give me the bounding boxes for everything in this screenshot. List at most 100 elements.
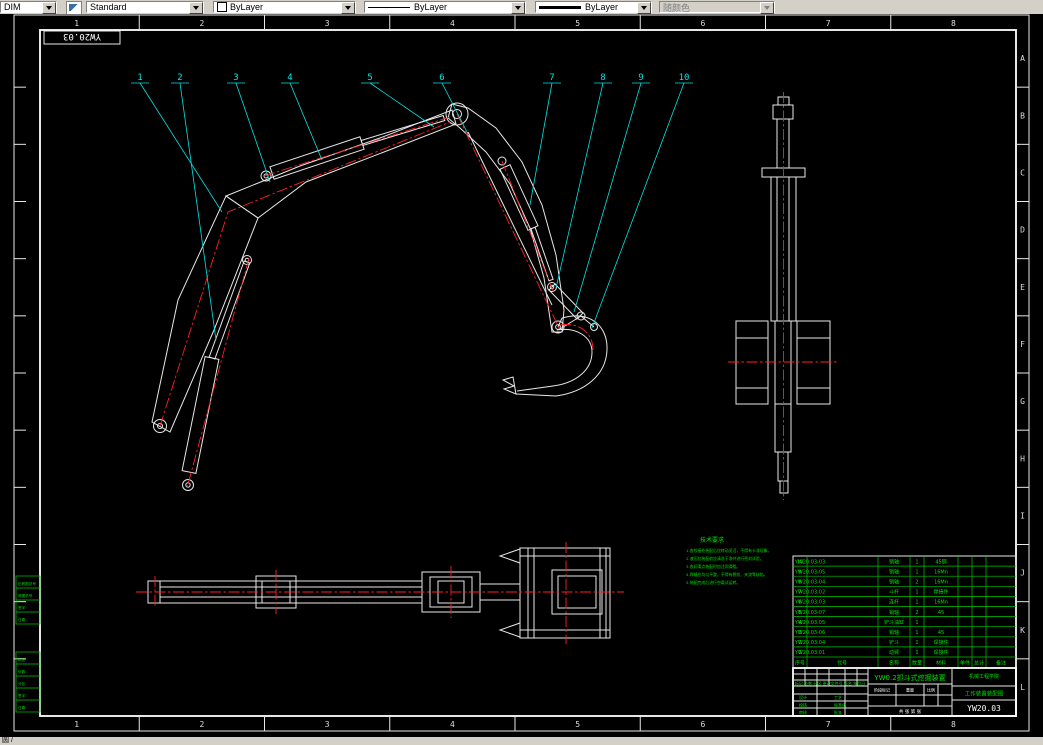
zone-label-right: L xyxy=(1020,683,1025,692)
bom-header-cell: 序号 xyxy=(795,660,805,667)
bom-cell: 45 xyxy=(938,630,944,636)
drawing-canvas[interactable]: 1122334455667788ABCDEFGHIJKL YW20.03 旧底图… xyxy=(0,14,1043,737)
zone-label-bottom: 2 xyxy=(199,720,204,729)
status-bar: 圆 / xyxy=(0,737,1043,745)
lineweight-combo-arrow-button[interactable] xyxy=(637,2,651,14)
zone-label-right: E xyxy=(1020,283,1025,292)
balloon-number: 5 xyxy=(367,73,372,83)
balloon-number: 2 xyxy=(177,73,182,83)
bom-cell: 16Mn xyxy=(934,580,948,586)
bom-cell: 动臂 xyxy=(889,649,899,656)
text-style-icon[interactable] xyxy=(66,1,82,15)
margin-cell: 分区 xyxy=(18,681,26,686)
revision-header: 标记 处数 分区 更改文件号 签名 年月日 xyxy=(795,680,865,686)
zone-grid: 1122334455667788ABCDEFGHIJKL xyxy=(14,15,1029,731)
sign-label: 标准化 xyxy=(834,702,846,708)
cad-drawing: 1122334455667788ABCDEFGHIJKL YW20.03 旧底图… xyxy=(13,14,1030,732)
bom-cell: YW20.03.01 xyxy=(794,650,825,656)
bom-cell: YW20.03.03 xyxy=(794,600,825,606)
linetype-combo[interactable]: ByLayer xyxy=(364,1,526,14)
scale-label: 比例 xyxy=(927,687,935,693)
dim-combo-arrow-button[interactable] xyxy=(42,2,56,14)
bom-cell: 45钢 xyxy=(935,558,946,565)
bom-cell: 16Mn xyxy=(934,569,948,575)
chevron-down-icon xyxy=(193,6,199,10)
notes-title: 技术要求 xyxy=(700,536,724,544)
zone-label-right: I xyxy=(1020,511,1025,520)
zone-label-right: C xyxy=(1020,168,1025,177)
margin-tables: 旧底图总号底图总号签字日期标记处数分区签字日期 xyxy=(15,575,41,713)
margin-cell: 日期 xyxy=(18,617,26,622)
text-style-combo-arrow-button[interactable] xyxy=(189,2,203,14)
sign-label: 校核 xyxy=(799,702,807,708)
color-combo-arrow-button[interactable] xyxy=(341,2,355,14)
chevron-down-icon xyxy=(345,6,351,10)
bom-cell: 焊接件 xyxy=(933,649,948,656)
lineweight-sample-icon xyxy=(539,5,581,9)
plot-style-combo-arrow-button xyxy=(760,2,774,14)
signature-labels: 设计校核审核 工艺标准化批准 xyxy=(799,694,846,715)
command-line-text: 圆 / xyxy=(2,737,13,744)
bom-cell: 2 xyxy=(915,610,918,616)
linetype-combo-arrow-button[interactable] xyxy=(511,2,525,14)
zone-label-bottom: 6 xyxy=(700,720,705,729)
bom-cell: 斗杆 xyxy=(889,589,899,596)
bom-cell: 1 xyxy=(915,559,918,565)
dim-combo[interactable]: DIM xyxy=(0,1,57,14)
zone-label-bottom: 7 xyxy=(826,720,831,729)
lineweight-combo[interactable]: ByLayer xyxy=(535,1,652,14)
chevron-down-icon xyxy=(764,6,770,10)
bom-cell: 1 xyxy=(915,630,918,636)
linetype-sample-icon xyxy=(368,6,410,8)
bom-header-cell: 数量 xyxy=(912,660,922,667)
color-combo[interactable]: ByLayer xyxy=(213,1,356,14)
zone-label-bottom: 3 xyxy=(325,720,330,729)
bom-cell: YW20.03-05 xyxy=(794,569,825,575)
bom-header-cell: 总计 xyxy=(974,660,984,667)
drawing-title: 工作装置装配图 xyxy=(965,690,1004,698)
dim-combo-value: DIM xyxy=(4,2,21,12)
balloon-number: 8 xyxy=(600,73,605,83)
text-style-combo[interactable]: Standard xyxy=(86,1,204,14)
bom-header-cell: 代号 xyxy=(837,660,847,667)
zone-label-right: D xyxy=(1020,226,1025,235)
balloon-number: 4 xyxy=(287,73,292,83)
bom-header-cell: 备注 xyxy=(996,660,1006,667)
item-balloons: 1 2 3 4 5 6 7 8 9 10 xyxy=(131,73,693,341)
bom-cell: 1 xyxy=(915,620,918,626)
zone-label-right: J xyxy=(1020,569,1025,578)
weight-label: 重量 xyxy=(906,687,914,693)
stage-label: 阶段标记 xyxy=(874,687,890,693)
zone-label-right: F xyxy=(1020,340,1025,349)
zone-label-right: B xyxy=(1020,111,1025,120)
technical-notes: 技术要求 1.各铰接处装配后应转动灵活，不得有卡滞现象。 2.液压缸装配前应清洗干… xyxy=(686,536,771,585)
sign-label: 批准 xyxy=(834,709,842,715)
balloon-number: 3 xyxy=(233,73,238,83)
zone-label-right: K xyxy=(1020,626,1025,635)
zone-label-top: 7 xyxy=(826,19,831,28)
bom-cell: 45 xyxy=(938,610,944,616)
balloon-number: 10 xyxy=(679,73,690,83)
bom-cell: YW20.03-07 xyxy=(794,610,825,616)
toolbar: DIM Standard ByLayer ByLayer ByLayer 随颜色 xyxy=(0,0,1043,15)
sheet-count-label: 共 张 第 张 xyxy=(899,708,922,715)
balloon-number: 6 xyxy=(439,73,444,83)
chevron-down-icon xyxy=(515,6,521,10)
bom-header-cell: 单件 xyxy=(960,660,970,667)
bom-cell: 销轴 xyxy=(889,568,899,575)
bom-cell: 1 xyxy=(915,650,918,656)
plot-style-combo: 随颜色 xyxy=(659,1,775,14)
zone-label-bottom: 5 xyxy=(575,720,580,729)
sign-label: 设计 xyxy=(799,694,807,700)
zone-label-bottom: 4 xyxy=(450,720,455,729)
color-swatch-icon xyxy=(217,2,227,12)
chevron-down-icon xyxy=(46,6,52,10)
title-block: YW0.2抓斗式挖掘装置 机械工程学院 工作装置装配图 YW20.03 阶段标记… xyxy=(792,667,1017,717)
zone-label-right: H xyxy=(1020,454,1025,463)
front-view-geometry xyxy=(735,96,831,494)
notes-body: 1.各铰接处装配后应转动灵活，不得有卡滞现象。 2.液压缸装配前应清洗干净并进行密… xyxy=(686,548,771,585)
product-title: YW0.2抓斗式挖掘装置 xyxy=(873,673,945,682)
bom-cell: 1 xyxy=(915,600,918,606)
organization-name: 机械工程学院 xyxy=(969,673,999,680)
plan-view-geometry xyxy=(147,547,611,639)
